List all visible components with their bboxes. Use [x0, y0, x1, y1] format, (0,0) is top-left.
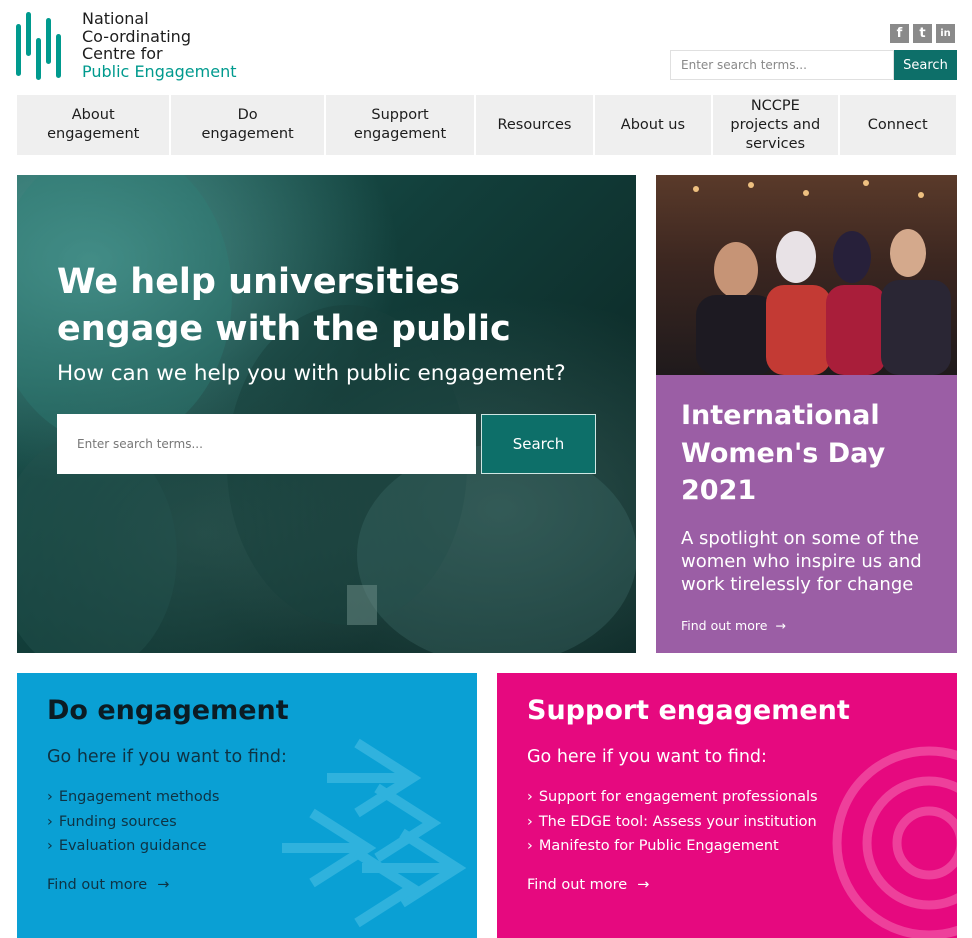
- feature-description: A spotlight on some of the women who ins…: [681, 527, 922, 595]
- hero-subtitle: How can we help you with public engageme…: [57, 361, 566, 386]
- feature-photo: [656, 175, 957, 375]
- feature-card[interactable]: International Women's Day 2021 A spotlig…: [656, 175, 957, 653]
- logo-line: National: [82, 9, 149, 28]
- social-links: f t in: [890, 24, 955, 43]
- logo-mark-icon: [16, 12, 61, 80]
- list-item[interactable]: The EDGE tool: Assess your institution: [527, 810, 818, 835]
- do-link-label: Find out more: [47, 877, 148, 893]
- nav-item-nccpe-projects[interactable]: NCCPE projects and services: [713, 95, 840, 155]
- hero-banner: We help universities engage with the pub…: [17, 175, 636, 653]
- logo-line: Public Engagement: [82, 61, 237, 81]
- do-engagement-title: Do engagement: [47, 695, 289, 726]
- feature-body: International Women's Day 2021 A spotlig…: [656, 375, 957, 653]
- hero-title: We help universities engage with the pub…: [57, 262, 511, 349]
- list-item[interactable]: Funding sources: [47, 810, 219, 835]
- audience-photo-image: [693, 180, 951, 375]
- list-item[interactable]: Evaluation guidance: [47, 834, 219, 859]
- twitter-icon[interactable]: t: [913, 24, 932, 43]
- do-engagement-subtitle: Go here if you want to find:: [47, 747, 287, 767]
- header-search-button[interactable]: Search: [894, 50, 957, 80]
- do-engagement-find-out-more-link[interactable]: Find out more →: [47, 877, 169, 893]
- site-logo[interactable]: National Co-ordinating Centre for Public…: [16, 10, 237, 82]
- support-engagement-list: Support for engagement professionals The…: [527, 785, 818, 859]
- nav-item-resources[interactable]: Resources: [476, 95, 595, 155]
- support-engagement-subtitle: Go here if you want to find:: [527, 747, 767, 767]
- list-item[interactable]: Manifesto for Public Engagement: [527, 834, 818, 859]
- nav-item-connect[interactable]: Connect: [840, 95, 956, 155]
- target-decoration-icon: [832, 746, 957, 938]
- arrows-decoration-icon: [282, 738, 467, 928]
- logo-text: National Co-ordinating Centre for Public…: [82, 10, 237, 80]
- feature-title: International Women's Day 2021: [681, 400, 886, 506]
- logo-line: Co-ordinating: [82, 26, 191, 46]
- do-engagement-panel[interactable]: Do engagement Go here if you want to fin…: [17, 673, 477, 938]
- header-search-input[interactable]: [670, 50, 894, 80]
- logo-line: Centre for: [82, 44, 163, 63]
- hero-search: Search: [57, 414, 596, 474]
- support-link-label: Find out more: [527, 877, 628, 893]
- nav-item-about-engagement[interactable]: About engagement: [17, 95, 172, 155]
- arrow-right-icon: →: [157, 877, 170, 893]
- facebook-icon[interactable]: f: [890, 24, 909, 43]
- list-item[interactable]: Support for engagement professionals: [527, 785, 818, 810]
- main-nav: About engagement Do engagement Support e…: [17, 95, 956, 155]
- support-engagement-find-out-more-link[interactable]: Find out more →: [527, 877, 649, 893]
- nav-item-support-engagement[interactable]: Support engagement: [326, 95, 477, 155]
- support-engagement-panel[interactable]: Support engagement Go here if you want t…: [497, 673, 957, 938]
- nav-item-do-engagement[interactable]: Do engagement: [171, 95, 326, 155]
- hero-search-button[interactable]: Search: [481, 414, 596, 474]
- support-engagement-title: Support engagement: [527, 695, 850, 726]
- hero-search-input[interactable]: [57, 414, 476, 474]
- list-item[interactable]: Engagement methods: [47, 785, 220, 810]
- linkedin-icon[interactable]: in: [936, 24, 955, 43]
- do-engagement-list: Engagement methods Funding sources Evalu…: [47, 785, 220, 859]
- arrow-right-icon: →: [775, 617, 786, 633]
- feature-find-out-more-link[interactable]: Find out more →: [681, 618, 932, 633]
- feature-link-label: Find out more: [681, 617, 768, 633]
- arrow-right-icon: →: [637, 877, 650, 893]
- header-search: Search: [670, 50, 957, 80]
- nav-item-about-us[interactable]: About us: [595, 95, 714, 155]
